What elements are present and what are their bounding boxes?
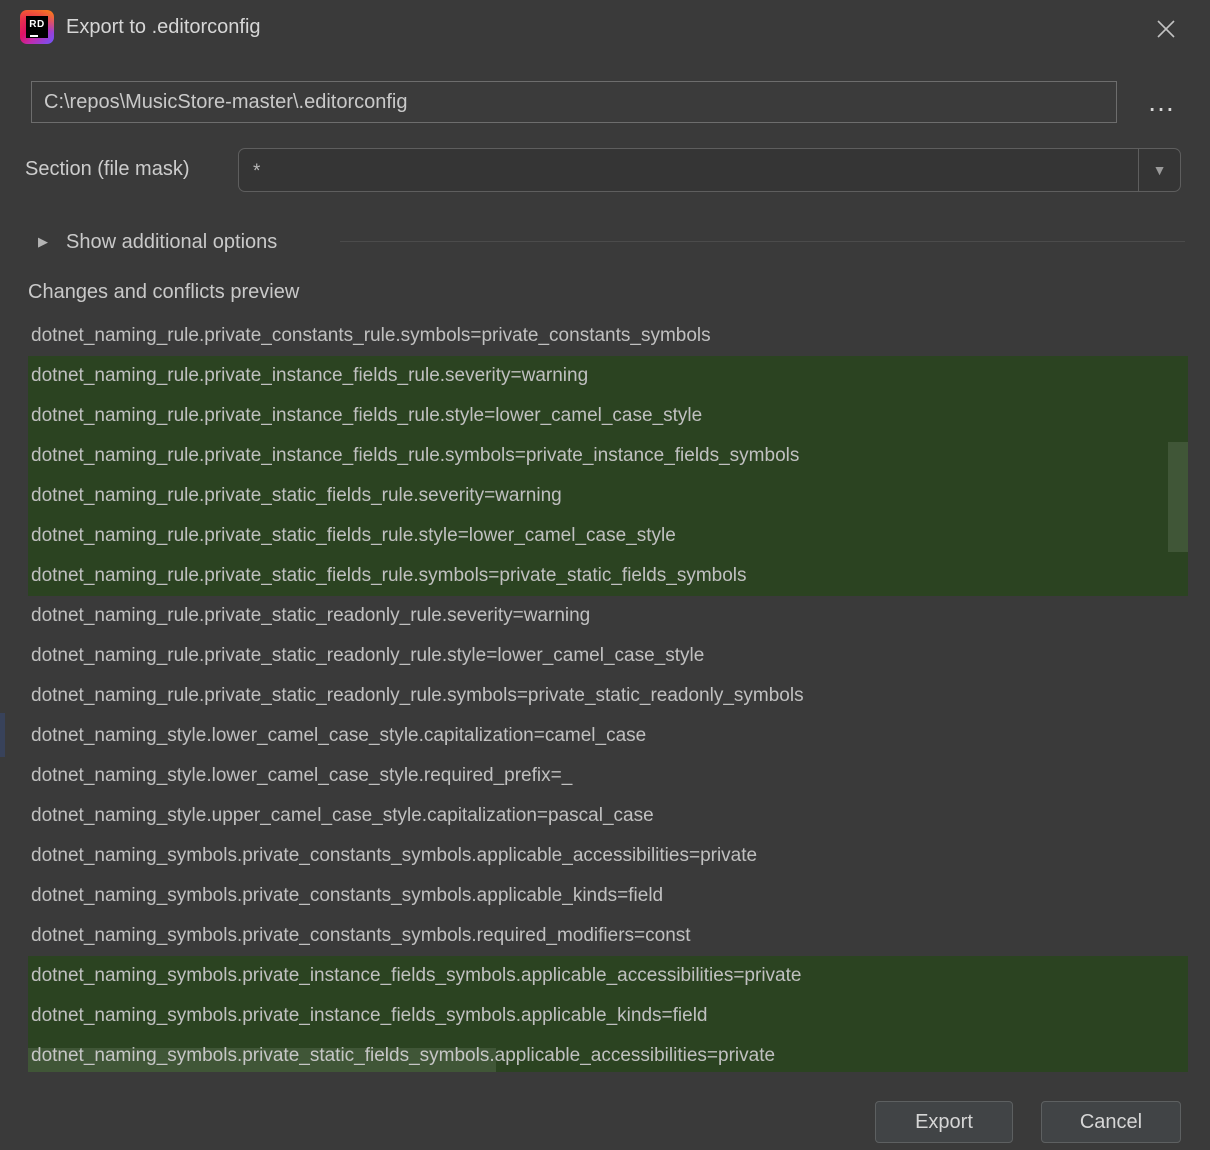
section-combobox[interactable]: * ▼ [238,148,1181,192]
list-item[interactable]: dotnet_naming_rule.private_constants_rul… [28,316,1188,356]
list-item[interactable]: dotnet_naming_rule.private_static_readon… [28,636,1188,676]
list-item-text: dotnet_naming_symbols.private_constants_… [31,925,691,946]
list-item-text: dotnet_naming_rule.private_static_readon… [31,685,804,706]
list-item-text: dotnet_naming_symbols.private_constants_… [31,885,663,906]
ide-toolwindow-stripe [0,713,5,757]
list-item[interactable]: dotnet_naming_rule.private_instance_fiel… [28,356,1188,396]
list-item[interactable]: dotnet_naming_symbols.private_instance_f… [28,956,1188,996]
list-item-text: dotnet_naming_rule.private_instance_fiel… [31,445,799,466]
list-item[interactable]: dotnet_naming_style.lower_camel_case_sty… [28,716,1188,756]
list-item-text: dotnet_naming_rule.private_static_readon… [31,645,704,666]
list-item[interactable]: dotnet_naming_symbols.private_constants_… [28,836,1188,876]
editorconfig-path-input[interactable]: C:\repos\MusicStore-master\.editorconfig [31,81,1117,123]
list-item[interactable]: dotnet_naming_rule.private_static_fields… [28,516,1188,556]
list-item-text: dotnet_naming_rule.private_static_readon… [31,605,590,626]
options-separator-line [340,241,1185,242]
vertical-scrollbar-thumb[interactable] [1168,442,1188,552]
list-item[interactable]: dotnet_naming_symbols.private_constants_… [28,916,1188,956]
triangle-right-icon[interactable]: ▶ [38,234,66,250]
list-item-text: dotnet_naming_symbols.private_instance_f… [31,965,801,986]
list-item[interactable]: dotnet_naming_rule.private_static_readon… [28,676,1188,716]
list-item-text: dotnet_naming_style.lower_camel_case_sty… [31,765,572,786]
changes-rows: dotnet_naming_rule.private_constants_rul… [28,316,1188,1072]
list-item[interactable]: dotnet_naming_style.upper_camel_case_sty… [28,796,1188,836]
horizontal-scrollbar-thumb[interactable] [28,1048,496,1072]
list-item[interactable]: dotnet_naming_rule.private_static_readon… [28,596,1188,636]
list-item-text: dotnet_naming_rule.private_constants_rul… [31,325,711,346]
export-editorconfig-dialog: { "window": { "title": "Export to .edito… [0,0,1210,1150]
list-item-text: dotnet_naming_rule.private_instance_fiel… [31,365,588,386]
show-additional-options-label: Show additional options [66,231,277,254]
browse-ellipsis-button[interactable]: … [1138,84,1186,120]
rider-logo-underscore [30,35,38,37]
list-item[interactable]: dotnet_naming_symbols.private_instance_f… [28,996,1188,1036]
list-item[interactable]: dotnet_naming_symbols.private_constants_… [28,876,1188,916]
section-combobox-value[interactable]: * [239,149,1138,191]
dialog-title: Export to .editorconfig [66,16,261,39]
list-item-text: dotnet_naming_rule.private_static_fields… [31,525,676,546]
chevron-down-icon[interactable]: ▼ [1138,149,1180,191]
list-item-text: dotnet_naming_style.upper_camel_case_sty… [31,805,654,826]
section-file-mask-label: Section (file mask) [25,158,190,181]
list-item[interactable]: dotnet_naming_rule.private_static_fields… [28,556,1188,596]
list-item[interactable]: dotnet_naming_rule.private_instance_fiel… [28,436,1188,476]
rider-logo-icon: RD [20,10,54,44]
list-item[interactable]: dotnet_naming_rule.private_instance_fiel… [28,396,1188,436]
cancel-button[interactable]: Cancel [1041,1101,1181,1143]
close-icon[interactable] [1146,10,1186,48]
list-item[interactable]: dotnet_naming_rule.private_static_fields… [28,476,1188,516]
list-item[interactable]: dotnet_naming_style.lower_camel_case_sty… [28,756,1188,796]
export-button[interactable]: Export [875,1101,1013,1143]
preview-heading: Changes and conflicts preview [28,281,299,304]
list-item-text: dotnet_naming_symbols.private_constants_… [31,845,757,866]
changes-list: dotnet_naming_rule.private_constants_rul… [28,316,1188,1072]
list-item-text: dotnet_naming_rule.private_static_fields… [31,565,747,586]
show-additional-options-toggle[interactable]: ▶ Show additional options [38,228,277,256]
list-item-text: dotnet_naming_style.lower_camel_case_sty… [31,725,646,746]
list-item-text: dotnet_naming_rule.private_static_fields… [31,485,562,506]
list-item-text: dotnet_naming_rule.private_instance_fiel… [31,405,702,426]
list-item-text: dotnet_naming_symbols.private_instance_f… [31,1005,708,1026]
